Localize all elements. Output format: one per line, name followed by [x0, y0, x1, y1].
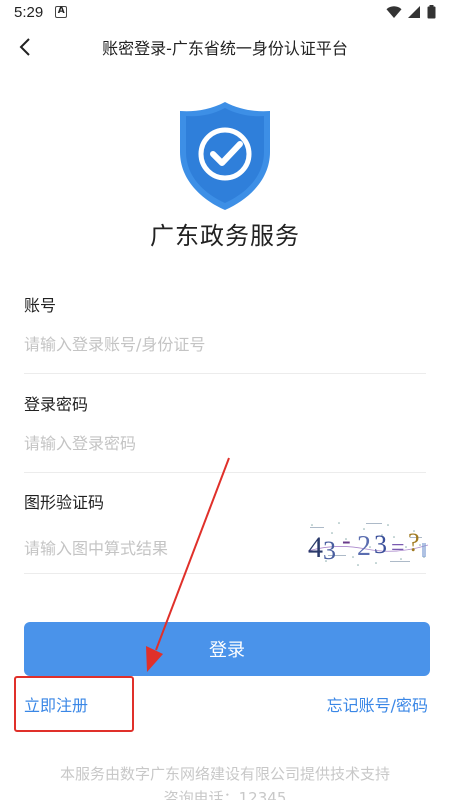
chevron-left-icon [19, 38, 30, 56]
account-field: 账号 [24, 292, 426, 374]
page-title: 账密登录-广东省统一身份认证平台 [102, 39, 348, 58]
password-field: 登录密码 [24, 391, 426, 473]
captcha-image[interactable]: 4 3 - 2 3 = ? [306, 517, 430, 567]
footer-support-text: 本服务由数字广东网络建设有限公司提供技术支持 [59, 765, 390, 783]
svg-text:-: - [342, 526, 351, 555]
password-label: 登录密码 [24, 395, 89, 414]
account-label: 账号 [24, 296, 57, 315]
back-button[interactable] [10, 32, 40, 62]
status-time: 5:29 [14, 3, 44, 21]
battery-icon [427, 5, 436, 19]
account-divider [24, 373, 426, 374]
footer-phone-text: 咨询电话：12345 [163, 789, 287, 800]
forgot-password-link[interactable]: 忘记账号/密码 [327, 692, 428, 716]
wifi-icon [386, 5, 402, 18]
captcha-input[interactable] [24, 535, 304, 561]
status-bar: 5:29 A [0, 0, 450, 24]
annotation-highlight-box [14, 676, 134, 732]
captcha-label: 图形验证码 [24, 493, 105, 512]
footer: 本服务由数字广东网络建设有限公司提供技术支持 咨询电话：12345 [0, 762, 450, 800]
notification-icon: A [55, 6, 68, 18]
app-name: 广东政务服务 [150, 222, 300, 250]
signal-icon [408, 5, 420, 18]
password-divider [24, 472, 426, 473]
status-icons [386, 5, 436, 19]
shield-check-logo [178, 100, 272, 212]
login-button[interactable]: 登录 [24, 622, 430, 676]
svg-text:3: 3 [323, 536, 336, 565]
captcha-field: 图形验证码 [24, 489, 304, 561]
account-input[interactable] [24, 332, 426, 356]
captcha-divider [24, 573, 426, 574]
svg-text:?: ? [408, 528, 420, 557]
svg-text:4: 4 [308, 531, 323, 564]
password-input[interactable] [24, 431, 426, 455]
svg-text:3: 3 [374, 530, 387, 559]
nav-bar: 账密登录-广东省统一身份认证平台 [0, 28, 450, 66]
svg-text:2: 2 [357, 531, 371, 562]
svg-text:=: = [391, 535, 405, 561]
